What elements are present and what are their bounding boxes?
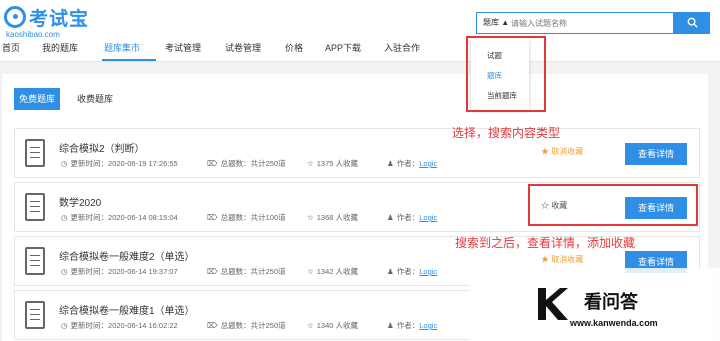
author-link[interactable]: Logic: [419, 213, 437, 222]
bank-title[interactable]: 数学2020: [59, 194, 101, 209]
author-link[interactable]: Logic: [419, 267, 437, 276]
star-outline-icon: ☆: [307, 321, 314, 330]
bank-title[interactable]: 综合模拟卷一般难度2（单选）: [59, 248, 195, 263]
cancel-favorite-button[interactable]: ★ 取消收藏: [541, 146, 583, 157]
document-icon: [25, 139, 45, 167]
site-logo[interactable]: 考试宝 kaoshibao.com: [4, 4, 90, 39]
callout-box-actions: [528, 184, 698, 226]
user-icon: ♟: [387, 159, 394, 168]
nav-exam-management[interactable]: 考试管理: [165, 41, 201, 54]
tab-paid-banks[interactable]: 收费题库: [70, 88, 120, 110]
meta-favorites: ☆ 1340 人收藏: [307, 321, 359, 330]
nav-pricing[interactable]: 价格: [285, 41, 303, 54]
meta-updated: ◷ 更新时间：2020-06-19 17:26:55: [61, 159, 178, 168]
user-icon: ♟: [387, 267, 394, 276]
logo-name: 考试宝: [29, 9, 90, 30]
meta-author: ♟ 作者：Logic: [387, 267, 438, 276]
star-filled-icon: ★: [541, 147, 549, 156]
meta-total: ⌦ 总题数：共计100道: [207, 213, 286, 222]
meta-favorites: ☆ 1368 人收藏: [307, 213, 359, 222]
watermark-logo-icon: [538, 288, 568, 320]
user-icon: ♟: [387, 321, 394, 330]
meta-total: ⌦ 总题数：共计250道: [207, 321, 286, 330]
annotation-view-and-favorite: 搜索到之后，查看详情，添加收藏: [455, 236, 636, 250]
document-icon: [25, 193, 45, 221]
search-type-select[interactable]: 题库 ▲: [483, 17, 509, 28]
main-nav: 首页 我的题库 题库集市 考试管理 试卷管理 价格 APP下载 入驻合作: [0, 38, 460, 60]
meta-favorites: ☆ 1375 人收藏: [307, 159, 359, 168]
tag-icon: ⌦: [207, 267, 218, 276]
meta-author: ♟ 作者：Logic: [387, 213, 438, 222]
meta-updated: ◷ 更新时间：2020-06-14 19:37:07: [61, 267, 178, 276]
user-icon: ♟: [387, 213, 394, 222]
star-outline-icon: ☆: [307, 213, 314, 222]
clock-icon: ◷: [61, 159, 68, 168]
tab-free-banks[interactable]: 免费题库: [14, 88, 60, 110]
nav-my-banks[interactable]: 我的题库: [42, 41, 78, 54]
nav-active-underline: [102, 59, 156, 61]
clock-icon: ◷: [61, 267, 68, 276]
search-button[interactable]: [674, 12, 710, 34]
nav-app-download[interactable]: APP下载: [325, 41, 361, 54]
search-input[interactable]: [511, 15, 671, 31]
nav-home[interactable]: 首页: [2, 41, 20, 54]
author-link[interactable]: Logic: [419, 321, 437, 330]
star-filled-icon: ★: [541, 255, 549, 264]
tag-icon: ⌦: [207, 213, 218, 222]
meta-updated: ◷ 更新时间：2020-06-14 08:15:04: [61, 213, 178, 222]
bank-title[interactable]: 综合模拟2（判断）: [59, 140, 145, 155]
view-details-button[interactable]: 查看详情: [625, 143, 687, 165]
callout-box-dropdown: [466, 36, 546, 112]
star-outline-icon: ☆: [307, 159, 314, 168]
meta-total: ⌦ 总题数：共计250道: [207, 159, 286, 168]
author-link[interactable]: Logic: [419, 159, 437, 168]
logo-mark-icon: [4, 6, 26, 28]
watermark-title: 看问答: [584, 292, 638, 312]
annotation-select-type: 选择，搜索内容类型: [452, 126, 561, 140]
bank-title[interactable]: 综合模拟卷一般难度1（单选）: [59, 302, 195, 317]
tag-icon: ⌦: [207, 321, 218, 330]
meta-author: ♟ 作者：Logic: [387, 159, 438, 168]
clock-icon: ◷: [61, 321, 68, 330]
meta-author: ♟ 作者：Logic: [387, 321, 438, 330]
meta-updated: ◷ 更新时间：2020-06-14 16:02:22: [61, 321, 178, 330]
meta-favorites: ☆ 1342 人收藏: [307, 267, 359, 276]
nav-bank-market[interactable]: 题库集市: [104, 41, 140, 54]
search-box: 题库 ▲: [476, 12, 674, 34]
tag-icon: ⌦: [207, 159, 218, 168]
star-outline-icon: ☆: [307, 267, 314, 276]
nav-partnership[interactable]: 入驻合作: [384, 41, 420, 54]
nav-paper-management[interactable]: 试卷管理: [225, 41, 261, 54]
bank-row[interactable]: 综合模拟2（判断） ◷ 更新时间：2020-06-19 17:26:55 ⌦ 总题数…: [14, 128, 700, 178]
document-icon: [25, 301, 45, 329]
document-icon: [25, 247, 45, 275]
meta-total: ⌦ 总题数：共计250道: [207, 267, 286, 276]
search-type-label: 题库: [483, 18, 499, 27]
search-icon: [687, 17, 698, 28]
watermark-url: www.kanwenda.com: [570, 318, 658, 328]
cancel-favorite-button[interactable]: ★ 取消收藏: [541, 254, 583, 265]
clock-icon: ◷: [61, 213, 68, 222]
caret-up-icon: ▲: [501, 18, 510, 27]
